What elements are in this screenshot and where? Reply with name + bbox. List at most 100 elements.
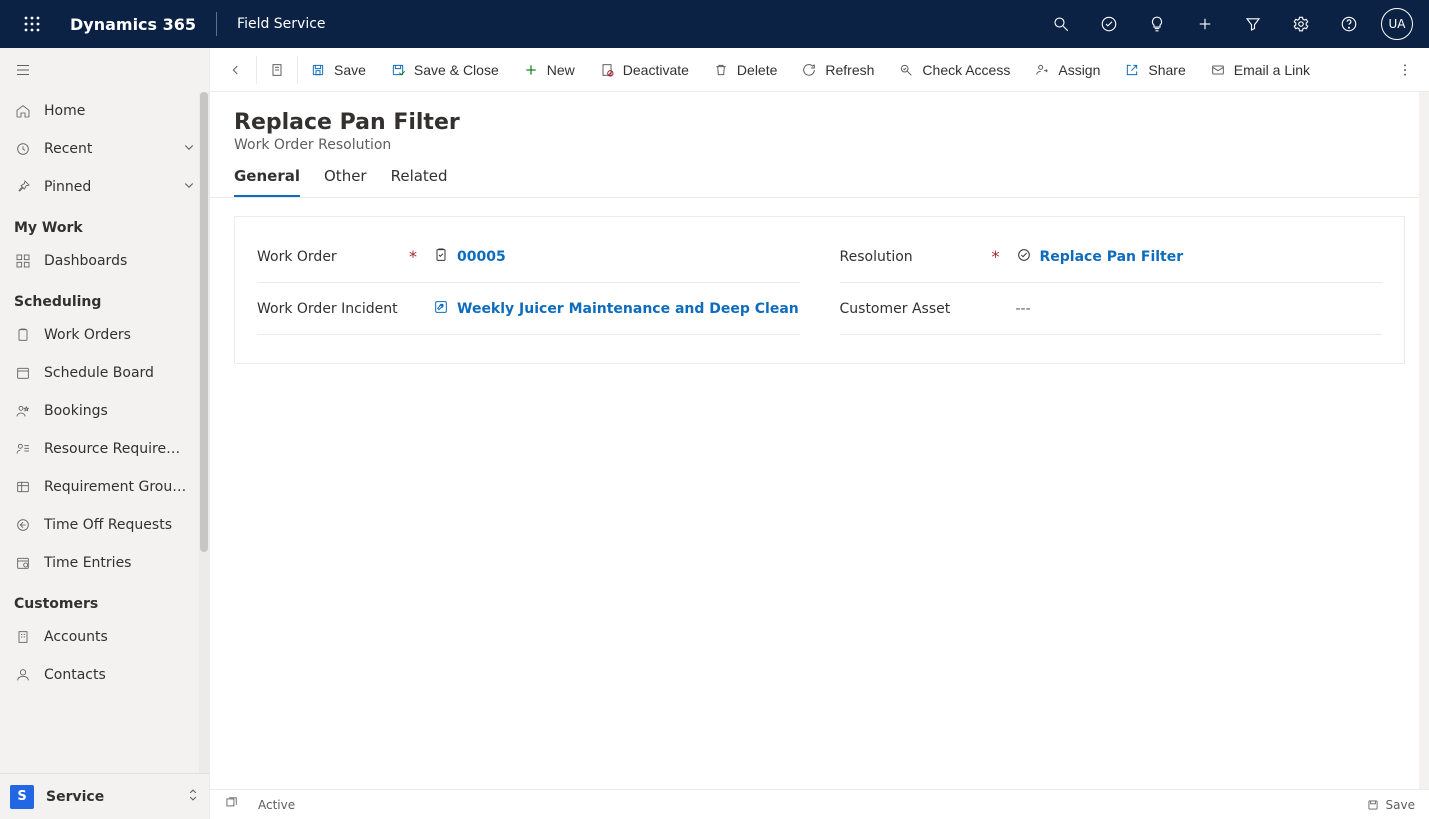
sidebar-item-resourcereq[interactable]: Resource Require… bbox=[0, 430, 209, 468]
area-switcher[interactable]: S Service bbox=[0, 773, 209, 819]
email-link-button[interactable]: Email a Link bbox=[1198, 48, 1322, 92]
help-icon[interactable] bbox=[1325, 0, 1373, 48]
sidebar-scrollbar-thumb[interactable] bbox=[200, 92, 208, 552]
wrench-icon bbox=[433, 299, 449, 319]
new-button[interactable]: New bbox=[511, 48, 587, 92]
sidebar-item-timeoff[interactable]: Time Off Requests bbox=[0, 506, 209, 544]
status-bar: Active Save bbox=[210, 789, 1429, 819]
form-selector-button[interactable] bbox=[257, 48, 297, 92]
status-text: Active bbox=[258, 798, 295, 812]
field-resolution[interactable]: Resolution * Replace Pan Filter bbox=[840, 231, 1383, 283]
sidebar-item-timeentries[interactable]: Time Entries bbox=[0, 544, 209, 582]
sidebar-item-label: Pinned bbox=[44, 179, 171, 195]
page-header: Replace Pan Filter Work Order Resolution bbox=[210, 92, 1429, 153]
tab-general[interactable]: General bbox=[234, 167, 300, 197]
sidebar-item-label: Dashboards bbox=[44, 253, 195, 269]
field-value-link[interactable]: Replace Pan Filter bbox=[1040, 249, 1184, 265]
required-indicator: * bbox=[409, 247, 427, 266]
sidebar-group-customers: Customers bbox=[0, 582, 209, 618]
sidebar-group-scheduling: Scheduling bbox=[0, 280, 209, 316]
filter-icon[interactable] bbox=[1229, 0, 1277, 48]
user-avatar[interactable]: UA bbox=[1381, 8, 1413, 40]
field-label: Customer Asset bbox=[840, 301, 951, 317]
area-label: Service bbox=[46, 789, 175, 805]
sidebar-item-workorders[interactable]: Work Orders bbox=[0, 316, 209, 354]
sidebar-item-label: Time Off Requests bbox=[44, 517, 195, 533]
overflow-button[interactable] bbox=[1387, 48, 1423, 92]
form-card: Work Order * 00005 Resolution * bbox=[234, 216, 1405, 364]
assign-button[interactable]: Assign bbox=[1022, 48, 1112, 92]
pin-icon bbox=[14, 179, 32, 195]
building-icon bbox=[14, 629, 32, 645]
header-divider bbox=[216, 12, 217, 36]
save-close-button[interactable]: Save & Close bbox=[378, 48, 511, 92]
check-access-button[interactable]: Check Access bbox=[886, 48, 1022, 92]
delete-button[interactable]: Delete bbox=[701, 48, 789, 92]
chevron-down-icon bbox=[183, 141, 195, 157]
popout-icon[interactable] bbox=[224, 796, 238, 813]
field-label: Work Order Incident bbox=[257, 301, 398, 317]
sidebar-item-scheduleboard[interactable]: Schedule Board bbox=[0, 354, 209, 392]
timeentry-icon bbox=[14, 555, 32, 571]
tab-related[interactable]: Related bbox=[391, 167, 448, 197]
save-button[interactable]: Save bbox=[298, 48, 378, 92]
share-button[interactable]: Share bbox=[1112, 48, 1197, 92]
sidebar-item-bookings[interactable]: Bookings bbox=[0, 392, 209, 430]
field-work-order-incident[interactable]: Work Order Incident Weekly Juicer Mainte… bbox=[257, 283, 800, 335]
sidebar-group-mywork: My Work bbox=[0, 206, 209, 242]
sidebar-item-recent[interactable]: Recent bbox=[0, 130, 209, 168]
timeoff-icon bbox=[14, 517, 32, 533]
field-value-link[interactable]: 00005 bbox=[457, 249, 506, 265]
person-star-icon bbox=[14, 403, 32, 419]
sidebar-item-label: Bookings bbox=[44, 403, 195, 419]
sidebar-item-pinned[interactable]: Pinned bbox=[0, 168, 209, 206]
gear-icon[interactable] bbox=[1277, 0, 1325, 48]
add-icon[interactable] bbox=[1181, 0, 1229, 48]
search-icon[interactable] bbox=[1037, 0, 1085, 48]
check-circle-icon bbox=[1016, 247, 1032, 267]
page-title: Replace Pan Filter bbox=[234, 110, 1405, 135]
sidebar-item-label: Schedule Board bbox=[44, 365, 195, 381]
sidebar-item-label: Home bbox=[44, 103, 195, 119]
page-subtitle: Work Order Resolution bbox=[234, 137, 1405, 153]
group-icon bbox=[14, 479, 32, 495]
deactivate-button[interactable]: Deactivate bbox=[587, 48, 701, 92]
sidebar-item-label: Time Entries bbox=[44, 555, 195, 571]
content-scrollbar[interactable] bbox=[1419, 92, 1429, 789]
field-label: Resolution bbox=[840, 249, 913, 265]
nav-toggle-icon[interactable] bbox=[0, 48, 209, 92]
tab-list: General Other Related bbox=[210, 153, 1429, 198]
global-header: Dynamics 365 Field Service UA bbox=[0, 0, 1429, 48]
sidebar-item-dashboards[interactable]: Dashboards bbox=[0, 242, 209, 280]
sidebar: Home Recent Pinned My Work Dashboards Sc… bbox=[0, 48, 210, 819]
field-customer-asset[interactable]: Customer Asset --- bbox=[840, 283, 1383, 335]
back-button[interactable] bbox=[216, 48, 256, 92]
field-value-empty: --- bbox=[1016, 301, 1031, 317]
tab-other[interactable]: Other bbox=[324, 167, 367, 197]
sidebar-item-label: Accounts bbox=[44, 629, 195, 645]
field-work-order[interactable]: Work Order * 00005 bbox=[257, 231, 800, 283]
field-value-link[interactable]: Weekly Juicer Maintenance and Deep Clean bbox=[457, 301, 799, 317]
person-icon bbox=[14, 667, 32, 683]
app-launcher-icon[interactable] bbox=[8, 16, 56, 32]
lightbulb-icon[interactable] bbox=[1133, 0, 1181, 48]
area-badge: S bbox=[10, 785, 34, 809]
sidebar-item-home[interactable]: Home bbox=[0, 92, 209, 130]
app-name[interactable]: Field Service bbox=[223, 16, 340, 32]
sidebar-item-label: Work Orders bbox=[44, 327, 195, 343]
content-area: Save Save & Close New Deactivate Delete … bbox=[210, 48, 1429, 819]
sidebar-item-reqgroup[interactable]: Requirement Grou… bbox=[0, 468, 209, 506]
sidebar-item-label: Recent bbox=[44, 141, 171, 157]
task-check-icon[interactable] bbox=[1085, 0, 1133, 48]
brand-name[interactable]: Dynamics 365 bbox=[56, 15, 210, 34]
sidebar-item-contacts[interactable]: Contacts bbox=[0, 656, 209, 694]
command-bar: Save Save & Close New Deactivate Delete … bbox=[210, 48, 1429, 92]
updown-icon bbox=[187, 788, 199, 806]
sidebar-item-accounts[interactable]: Accounts bbox=[0, 618, 209, 656]
header-icon-group: UA bbox=[1037, 0, 1421, 48]
refresh-button[interactable]: Refresh bbox=[789, 48, 886, 92]
clipboard-icon bbox=[433, 247, 449, 267]
footer-save-button[interactable]: Save bbox=[1366, 798, 1415, 812]
sidebar-item-label: Resource Require… bbox=[44, 441, 195, 457]
person-list-icon bbox=[14, 441, 32, 457]
